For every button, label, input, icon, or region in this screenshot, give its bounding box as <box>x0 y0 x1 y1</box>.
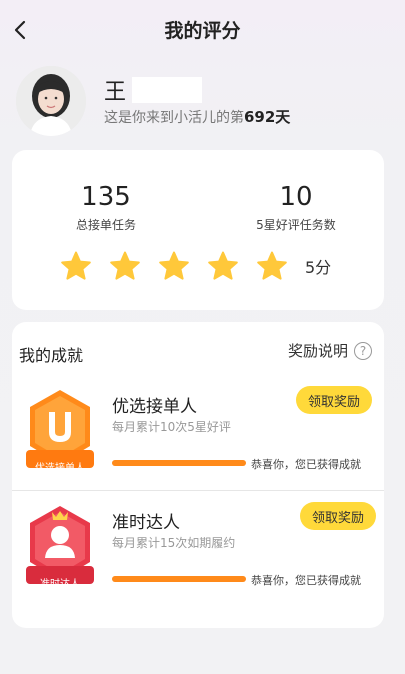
star-icon <box>256 250 288 282</box>
page-title: 我的评分 <box>164 20 241 42</box>
claim-reward-button[interactable]: 领取奖励 <box>296 386 372 414</box>
star-icon <box>60 250 92 282</box>
achievement-status: 恭喜你，您已获得成就 <box>251 458 361 471</box>
days-prefix: 这是你来到小活儿的第 <box>104 110 244 126</box>
premium-badge-icon: 优选接单人 <box>20 386 100 486</box>
on-time-badge-icon: 准时达人 <box>20 502 100 602</box>
reward-info-link[interactable]: 奖励说明 ? <box>288 340 372 361</box>
reward-info-label: 奖励说明 <box>287 342 348 360</box>
achievement-status: 恭喜你，您已获得成就 <box>251 574 361 587</box>
achievement-item: 优选接单人 优选接单人 每月累计10次5星好评 恭喜你，您已获得成就 领取奖励 <box>12 378 384 498</box>
achievement-item: 准时达人 准时达人 每月累计15次如期履约 恭喜你，您已获得成就 领取奖励 <box>12 494 384 614</box>
star-icon <box>109 250 141 282</box>
achievement-desc: 每月累计10次5星好评 <box>112 420 231 434</box>
score-text: 5分 <box>305 258 332 277</box>
achievements-title: 我的成就 <box>19 346 84 365</box>
achievement-progress <box>112 576 246 582</box>
profile-section: 王 这是你来到小活儿的第692天 <box>16 66 396 136</box>
help-icon: ? <box>354 341 372 360</box>
star-icon <box>158 250 190 282</box>
divider <box>12 490 384 491</box>
days-value: 692天 <box>244 108 291 126</box>
progress-fill <box>112 460 246 466</box>
five-star-value: 10 <box>279 182 313 212</box>
progress-fill <box>112 576 246 582</box>
stats-card: 135 总接单任务 10 5星好评任务数 5分 <box>12 150 384 310</box>
total-tasks-stat: 135 总接单任务 <box>26 182 186 233</box>
top-bar: 我的评分 <box>0 0 405 60</box>
achievement-name: 准时达人 <box>112 513 180 533</box>
badge-label: 优选接单人 <box>35 463 85 474</box>
achievement-progress <box>112 460 246 466</box>
badge-label: 准时达人 <box>40 579 80 590</box>
user-name: 王 <box>104 80 127 105</box>
five-star-label: 5星好评任务数 <box>256 218 336 232</box>
achievement-name: 优选接单人 <box>112 397 197 417</box>
achievement-desc: 每月累计15次如期履约 <box>112 536 236 550</box>
total-tasks-label: 总接单任务 <box>75 218 136 232</box>
five-star-stat: 10 5星好评任务数 <box>216 182 376 233</box>
rating-stars: 5分 <box>60 250 331 282</box>
avatar[interactable] <box>16 66 86 136</box>
star-icon <box>207 250 239 282</box>
achievements-card: 我的成就 奖励说明 ? 优选接单人 优选接单人 每月累计10次5星好评 恭喜你，… <box>12 322 384 628</box>
days-line: 这是你来到小活儿的第692天 <box>104 106 290 127</box>
name-redaction <box>132 77 203 103</box>
claim-reward-button[interactable]: 领取奖励 <box>300 502 376 530</box>
total-tasks-value: 135 <box>81 182 131 212</box>
user-name-row: 王 <box>104 74 203 106</box>
